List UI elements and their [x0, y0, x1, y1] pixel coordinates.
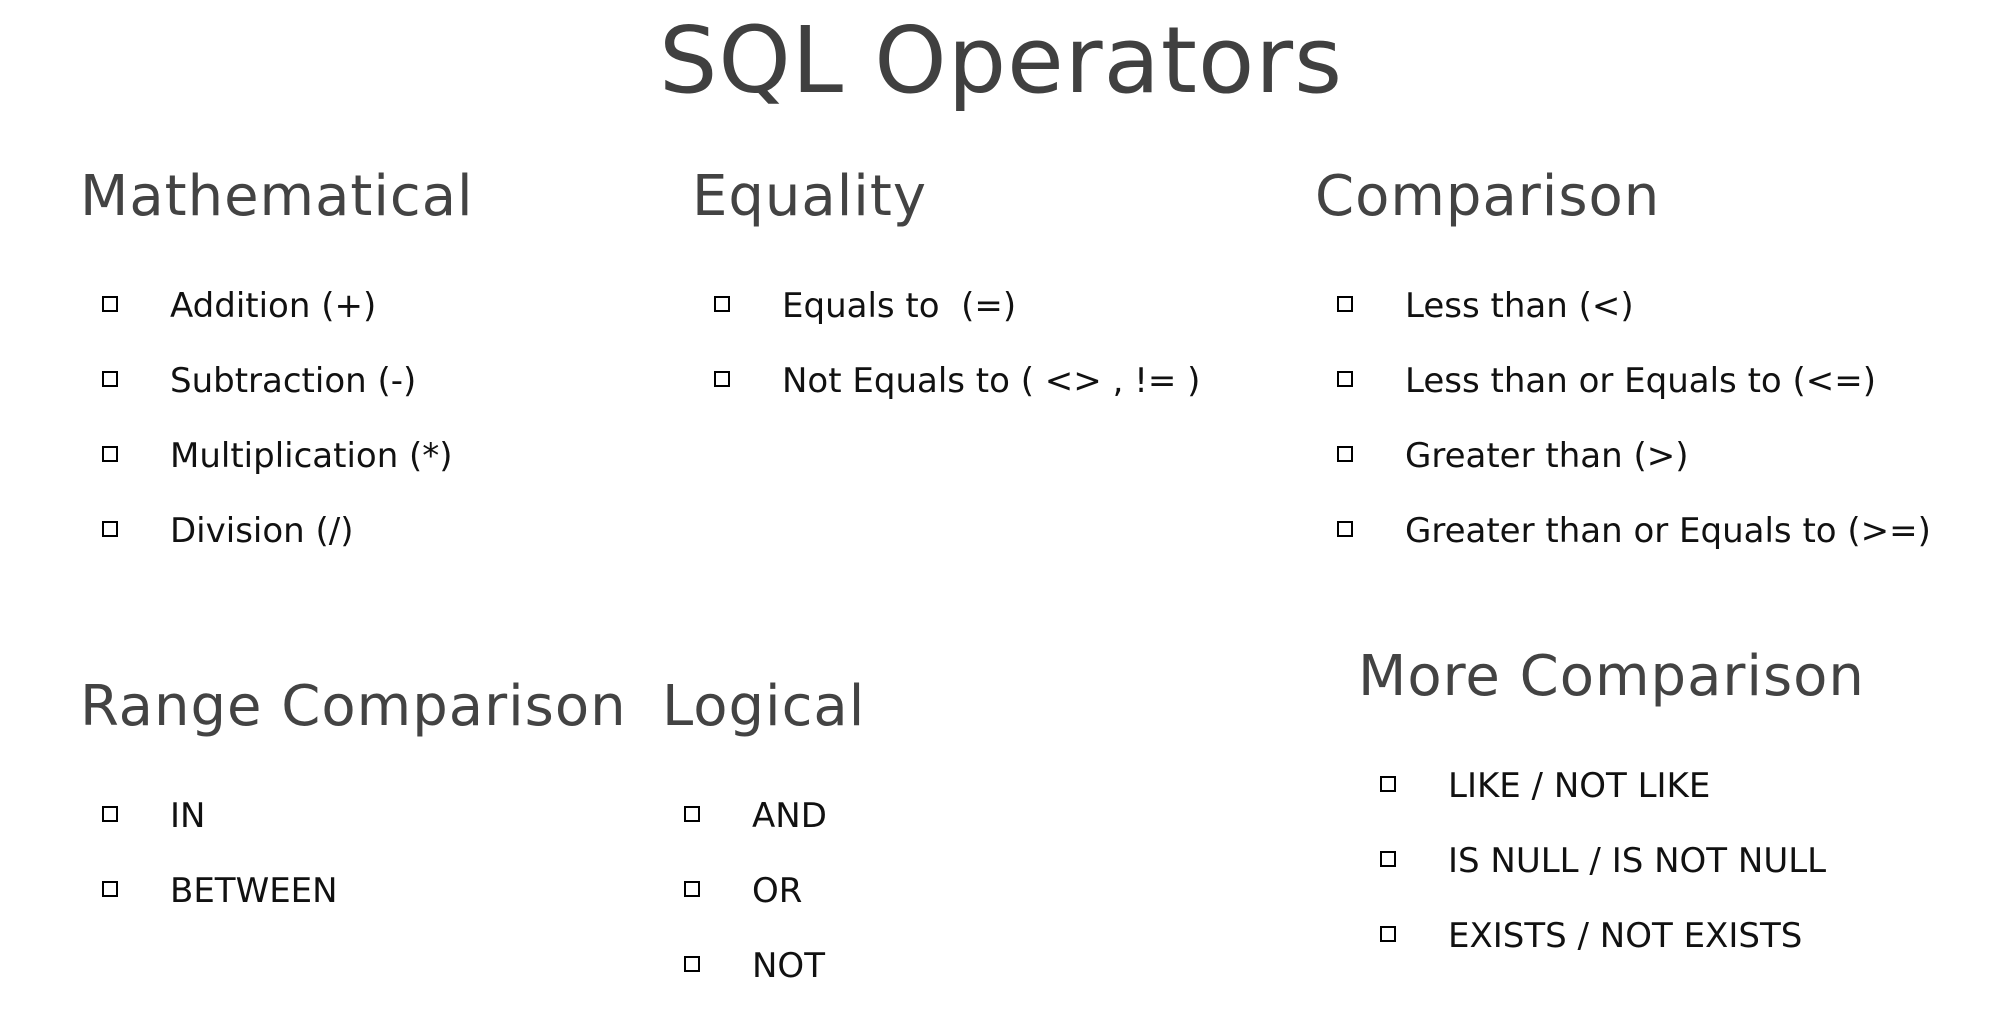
item-label: Less than (<): [1405, 286, 1634, 326]
item-label: IS NULL / IS NOT NULL: [1448, 841, 1827, 881]
checkbox-bullet-icon: [102, 806, 122, 826]
checkbox-bullet-icon: [102, 296, 122, 316]
item-label: AND: [752, 796, 827, 836]
section-heading: Equality: [692, 164, 927, 229]
item-label: Addition (+): [170, 286, 377, 326]
section-logical: Logical AND OR NOT: [662, 672, 866, 986]
item-label: IN: [170, 796, 206, 836]
item-label: Equals to (=): [782, 286, 1017, 326]
item-label: OR: [752, 871, 803, 911]
checkbox-bullet-icon: [1380, 776, 1400, 796]
section-equality: Equality Equals to (=) Not Equals to ( <…: [692, 162, 1200, 401]
checkbox-bullet-icon: [102, 881, 122, 901]
item-label: NOT: [752, 946, 825, 986]
item-label: Multiplication (*): [170, 436, 453, 476]
item-label: BETWEEN: [170, 871, 338, 911]
item-label: Greater than or Equals to (>=): [1405, 511, 1931, 551]
section-mathematical: Mathematical Addition (+) Subtraction (-…: [80, 162, 474, 551]
checkbox-bullet-icon: [1337, 296, 1357, 316]
item-label: Greater than (>): [1405, 436, 1689, 476]
section-heading: Mathematical: [80, 164, 474, 229]
section-heading: Range Comparison: [80, 674, 627, 739]
section-more-comparison: More Comparison LIKE / NOT LIKE IS NULL …: [1358, 642, 1865, 956]
item-label: Subtraction (-): [170, 361, 417, 401]
checkbox-bullet-icon: [1337, 446, 1357, 466]
item-label: Division (/): [170, 511, 354, 551]
section-range-comparison: Range Comparison IN BETWEEN: [80, 672, 627, 911]
checkbox-bullet-icon: [684, 956, 704, 976]
checkbox-bullet-icon: [102, 371, 122, 391]
item-label: EXISTS / NOT EXISTS: [1448, 916, 1803, 956]
section-heading: Comparison: [1315, 164, 1661, 229]
item-label: Not Equals to ( <> , != ): [782, 361, 1201, 401]
checkbox-bullet-icon: [684, 806, 704, 826]
checkbox-bullet-icon: [1380, 851, 1400, 871]
checkbox-bullet-icon: [1337, 521, 1357, 541]
section-heading: Logical: [662, 674, 866, 739]
section-heading: More Comparison: [1358, 644, 1865, 709]
checkbox-bullet-icon: [102, 446, 122, 466]
checkbox-bullet-icon: [102, 521, 122, 541]
item-label: Less than or Equals to (<=): [1405, 361, 1877, 401]
item-label: LIKE / NOT LIKE: [1448, 766, 1711, 806]
checkbox-bullet-icon: [714, 371, 734, 391]
page-title: SQL Operators: [658, 7, 1344, 114]
section-comparison: Comparison Less than (<) Less than or Eq…: [1315, 162, 1931, 551]
checkbox-bullet-icon: [714, 296, 734, 316]
checkbox-bullet-icon: [1380, 926, 1400, 946]
checkbox-bullet-icon: [1337, 371, 1357, 391]
checkbox-bullet-icon: [684, 881, 704, 901]
